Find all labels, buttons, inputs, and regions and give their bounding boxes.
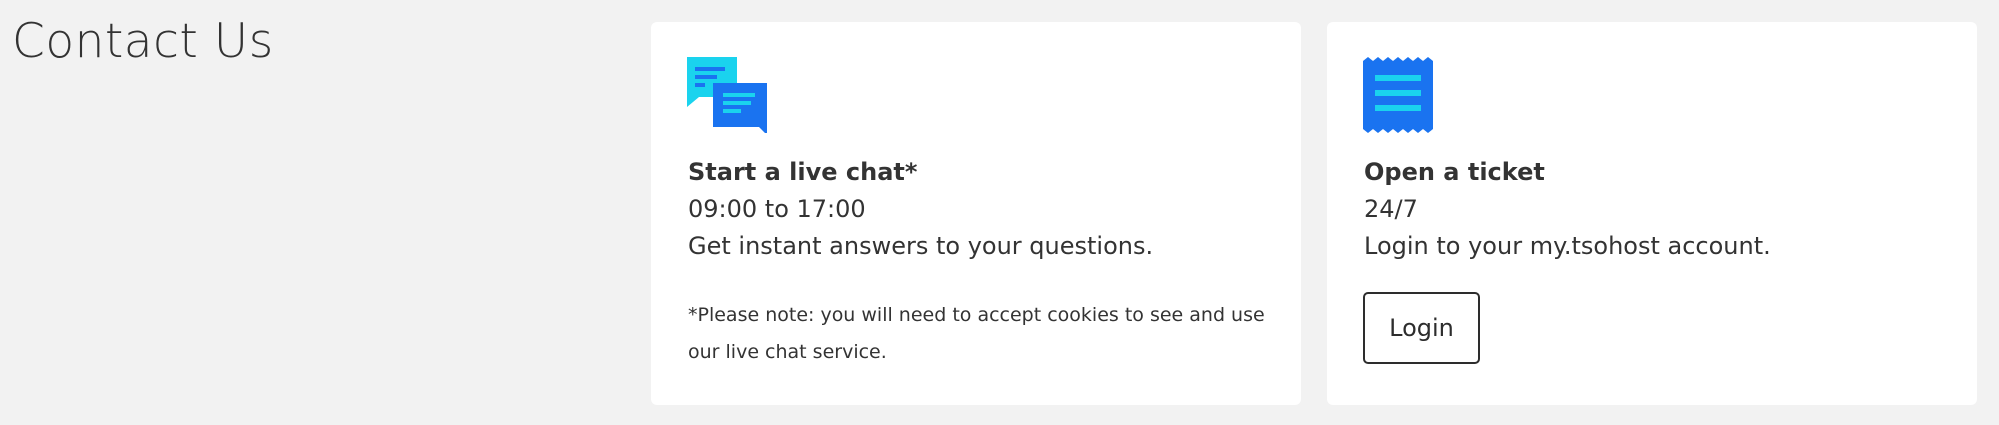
chat-bubbles-icon <box>687 57 767 137</box>
login-button[interactable]: Login <box>1363 292 1480 364</box>
live-chat-description: Get instant answers to your questions. <box>688 232 1154 260</box>
live-chat-heading: Start a live chat* <box>688 158 918 186</box>
ticket-heading: Open a ticket <box>1364 158 1545 186</box>
ticket-description: Login to your my.tsohost account. <box>1364 232 1771 260</box>
live-chat-card: Start a live chat* 09:00 to 17:00 Get in… <box>651 22 1301 405</box>
ticket-hours: 24/7 <box>1364 195 1418 223</box>
live-chat-note: *Please note: you will need to accept co… <box>688 304 1265 363</box>
ticket-receipt-icon <box>1363 57 1433 137</box>
page-title: Contact Us <box>12 14 274 69</box>
live-chat-hours: 09:00 to 17:00 <box>688 195 866 223</box>
contact-page: Contact Us Start a live chat* 09:00 to 1… <box>0 0 1999 425</box>
ticket-card: Open a ticket 24/7 Login to your my.tsoh… <box>1327 22 1977 405</box>
